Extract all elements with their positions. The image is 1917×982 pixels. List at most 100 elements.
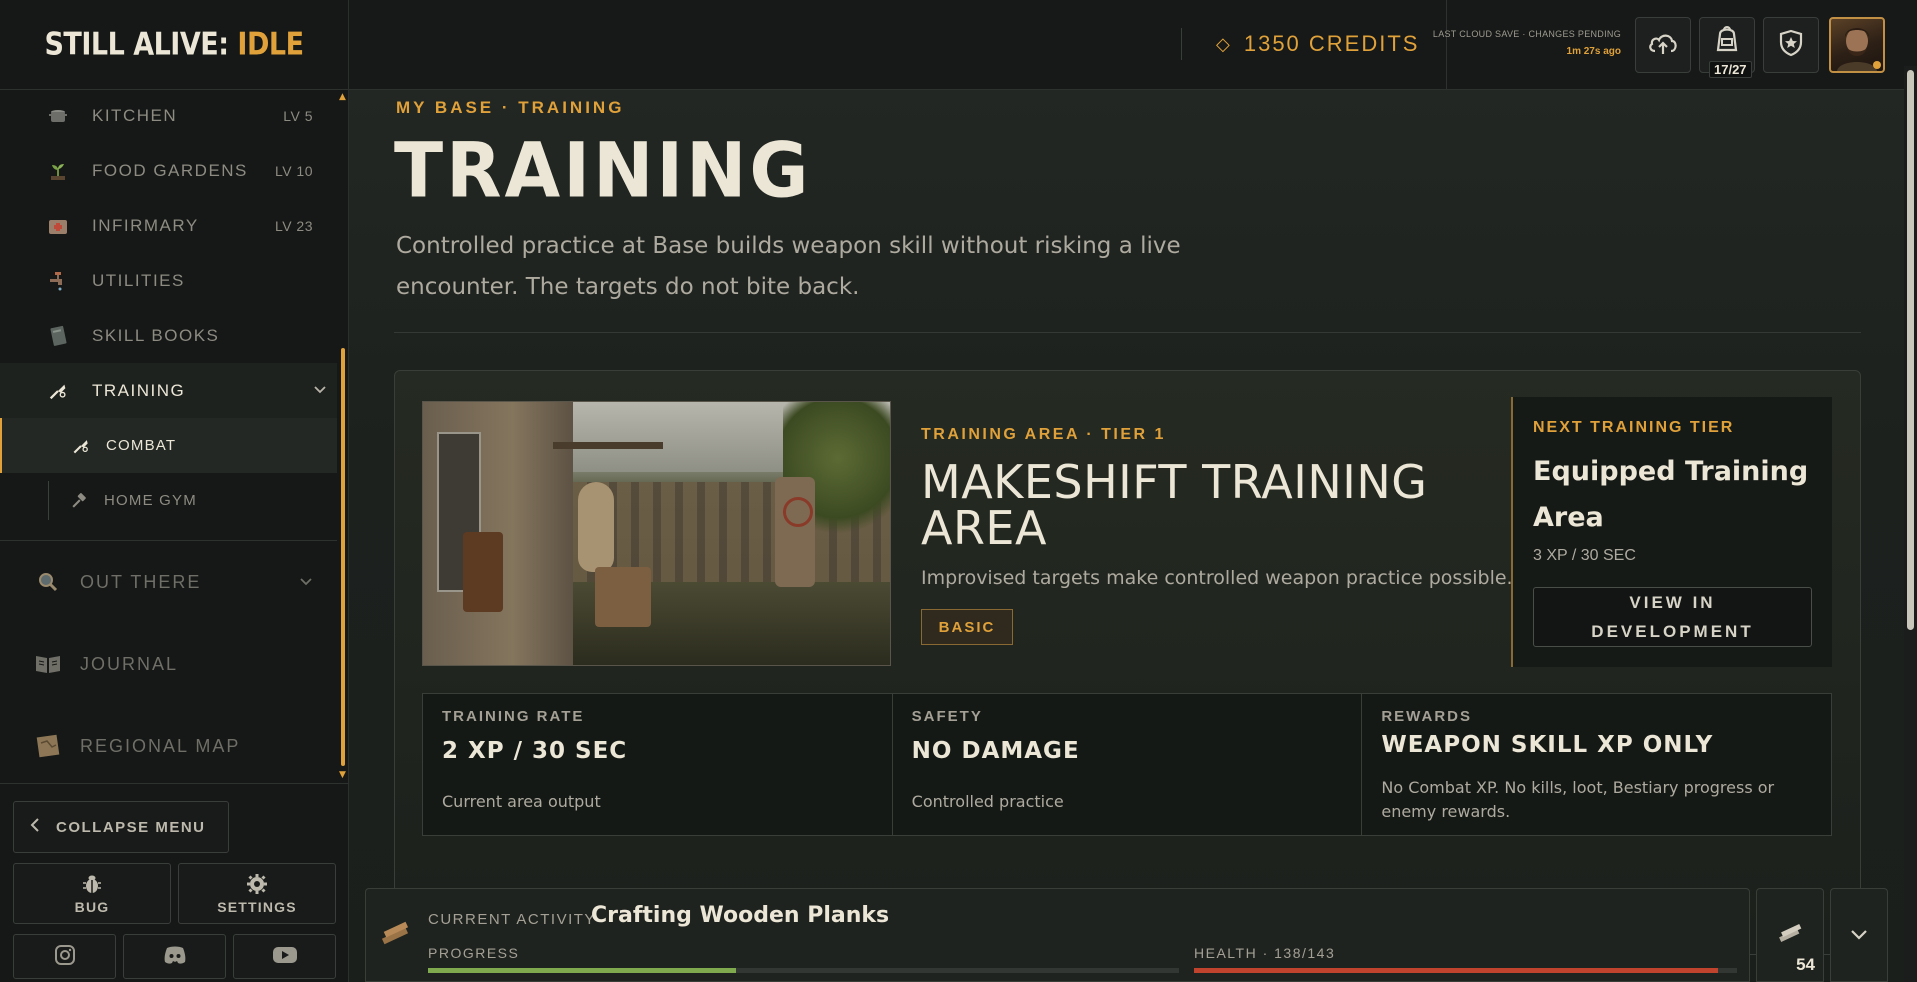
credits-display: ◇ 1350 CREDITS [1181, 28, 1419, 60]
cloud-save-button[interactable] [1635, 17, 1691, 73]
inventory-count: 54 [1796, 955, 1815, 974]
chevron-down-icon [1850, 925, 1868, 946]
sidebar-item-label: UTILITIES [92, 270, 185, 290]
youtube-icon [272, 946, 298, 968]
current-activity-bar[interactable]: CURRENT ACTIVITY Crafting Wooden Planks … [365, 888, 1750, 982]
progress-fill [428, 968, 736, 973]
image-barrel [463, 532, 503, 612]
image-stump [595, 567, 651, 627]
settings-button[interactable]: SETTINGS [178, 863, 336, 924]
map-icon [34, 732, 62, 760]
view-in-development-button[interactable]: VIEW IN DEVELOPMENT [1533, 587, 1812, 647]
health-bar [1194, 968, 1737, 973]
chevron-left-icon [30, 817, 40, 838]
credits-label: 1350 CREDITS [1243, 31, 1420, 56]
bug-icon [80, 873, 104, 895]
stat-description: Controlled practice [911, 792, 1064, 811]
training-area-card: TRAINING AREA · TIER 1 MAKESHIFT TRAININ… [394, 370, 1861, 955]
stat-training-rate: TRAINING RATE 2 XP / 30 SEC Current area… [423, 694, 893, 835]
sidebar-subitem-home-gym[interactable]: HOME GYM [0, 473, 337, 528]
area-name: MAKESHIFT TRAINING AREA [921, 455, 1428, 555]
shield-star-icon [1778, 29, 1804, 61]
health-fill [1194, 968, 1718, 973]
sidebar-item-food-gardens[interactable]: FOOD GARDENS LV 10 [0, 143, 337, 198]
stat-label: SAFETY [911, 708, 983, 725]
stat-rewards: REWARDS WEAPON SKILL XP ONLY No Combat X… [1362, 694, 1831, 835]
scroll-up-arrow-icon[interactable]: ▲ [339, 92, 346, 102]
nav-list: KITCHEN LV 5 FOOD GARDENS LV 10 INFIRMAR… [0, 90, 337, 782]
save-time-text: 1m 27s ago [1566, 46, 1621, 57]
page-description: Controlled practice at Base builds weapo… [396, 233, 1181, 300]
activity-name: Crafting Wooden Planks [591, 903, 890, 928]
sprout-icon [44, 157, 72, 185]
next-tier-name: Equipped Training Area [1533, 456, 1809, 533]
progress-bar [428, 968, 1179, 973]
app-logo[interactable]: STILL ALIVE: IDLE [44, 27, 304, 63]
rank-badge-button[interactable] [1763, 17, 1819, 73]
sidebar-subitem-label: COMBAT [106, 437, 177, 454]
stat-label: REWARDS [1381, 708, 1473, 725]
activity-label: CURRENT ACTIVITY [428, 911, 596, 928]
image-punching-bag [578, 482, 614, 572]
level-badge: LV 10 [274, 162, 313, 179]
youtube-button[interactable] [233, 934, 336, 979]
area-tier-label: TRAINING AREA · TIER 1 [921, 426, 1166, 443]
sidebar-item-kitchen[interactable]: KITCHEN LV 5 [0, 90, 337, 143]
sidebar-group-journal[interactable]: JOURNAL [0, 623, 337, 705]
book-icon [44, 322, 72, 350]
stat-value: 2 XP / 30 SEC [442, 738, 628, 764]
diamond-icon: ◇ [1216, 33, 1232, 54]
level-badge: LV 5 [283, 107, 313, 124]
sidebar-item-label: KITCHEN [92, 105, 178, 125]
instagram-button[interactable] [13, 934, 116, 979]
save-status: LAST CLOUD SAVE · CHANGES PENDING 1m 27s… [1433, 0, 1631, 90]
medkit-icon [44, 212, 72, 240]
magnifier-icon [34, 568, 62, 596]
sidebar-group-regional-map[interactable]: REGIONAL MAP [0, 705, 337, 782]
discord-button[interactable] [123, 934, 226, 979]
sidebar-scrollbar[interactable]: ▲ ▼ [337, 90, 349, 782]
scroll-down-arrow-icon[interactable]: ▼ [339, 770, 346, 780]
main-scroll-thumb[interactable] [1907, 70, 1914, 630]
next-tier-panel: NEXT TRAINING TIER Equipped Training Are… [1511, 397, 1832, 667]
breadcrumb: MY BASE · TRAINING [396, 98, 625, 117]
inventory-item-slot[interactable]: 54 [1756, 888, 1824, 982]
stat-description: Current area output [442, 792, 601, 811]
sidebar-item-infirmary[interactable]: INFIRMARY LV 23 [0, 198, 337, 253]
area-description: Improvised targets make controlled weapo… [921, 567, 1513, 589]
sidebar-item-label: TRAINING [92, 380, 186, 400]
avatar[interactable] [1829, 17, 1885, 73]
sidebar-group-out-there[interactable]: OUT THERE [0, 541, 337, 623]
sidebar-item-label: SKILL BOOKS [92, 325, 220, 345]
status-dot [1873, 61, 1881, 69]
image-beam [553, 442, 663, 449]
chevron-down-icon [313, 382, 327, 400]
scroll-thumb[interactable] [341, 348, 345, 766]
main-scrollbar[interactable] [1904, 66, 1917, 982]
sidebar-subitem-combat[interactable]: COMBAT [0, 418, 337, 473]
section-divider [394, 332, 1861, 333]
planks-stack-icon [1777, 923, 1803, 949]
progress-label: PROGRESS [428, 945, 520, 961]
sidebar-group-label: JOURNAL [80, 653, 179, 674]
training-area-image [422, 401, 891, 666]
sidebar-item-label: FOOD GARDENS [92, 160, 248, 180]
collapse-menu-label: COLLAPSE MENU [56, 818, 206, 836]
settings-label: SETTINGS [217, 898, 297, 915]
journal-icon [34, 650, 62, 678]
sidebar-footer: COLLAPSE MENU BUG SETTINGS [0, 783, 349, 982]
chevron-down-icon [299, 574, 313, 590]
discord-icon [163, 945, 187, 969]
sidebar-item-utilities[interactable]: UTILITIES [0, 253, 337, 308]
stat-label: TRAINING RATE [442, 708, 585, 725]
cooking-pot-icon [44, 102, 72, 130]
backpack-button[interactable]: 17/27 [1699, 17, 1755, 78]
sidebar-item-skill-books[interactable]: SKILL BOOKS [0, 308, 337, 363]
sidebar-item-training[interactable]: TRAINING [0, 363, 337, 418]
stat-description: No Combat XP. No kills, loot, Bestiary p… [1381, 778, 1775, 821]
logo-bar: STILL ALIVE: IDLE [0, 0, 348, 90]
faucet-icon [44, 267, 72, 295]
activity-expand-button[interactable] [1830, 888, 1888, 982]
collapse-menu-button[interactable]: COLLAPSE MENU [13, 801, 229, 853]
bug-report-button[interactable]: BUG [13, 863, 171, 924]
